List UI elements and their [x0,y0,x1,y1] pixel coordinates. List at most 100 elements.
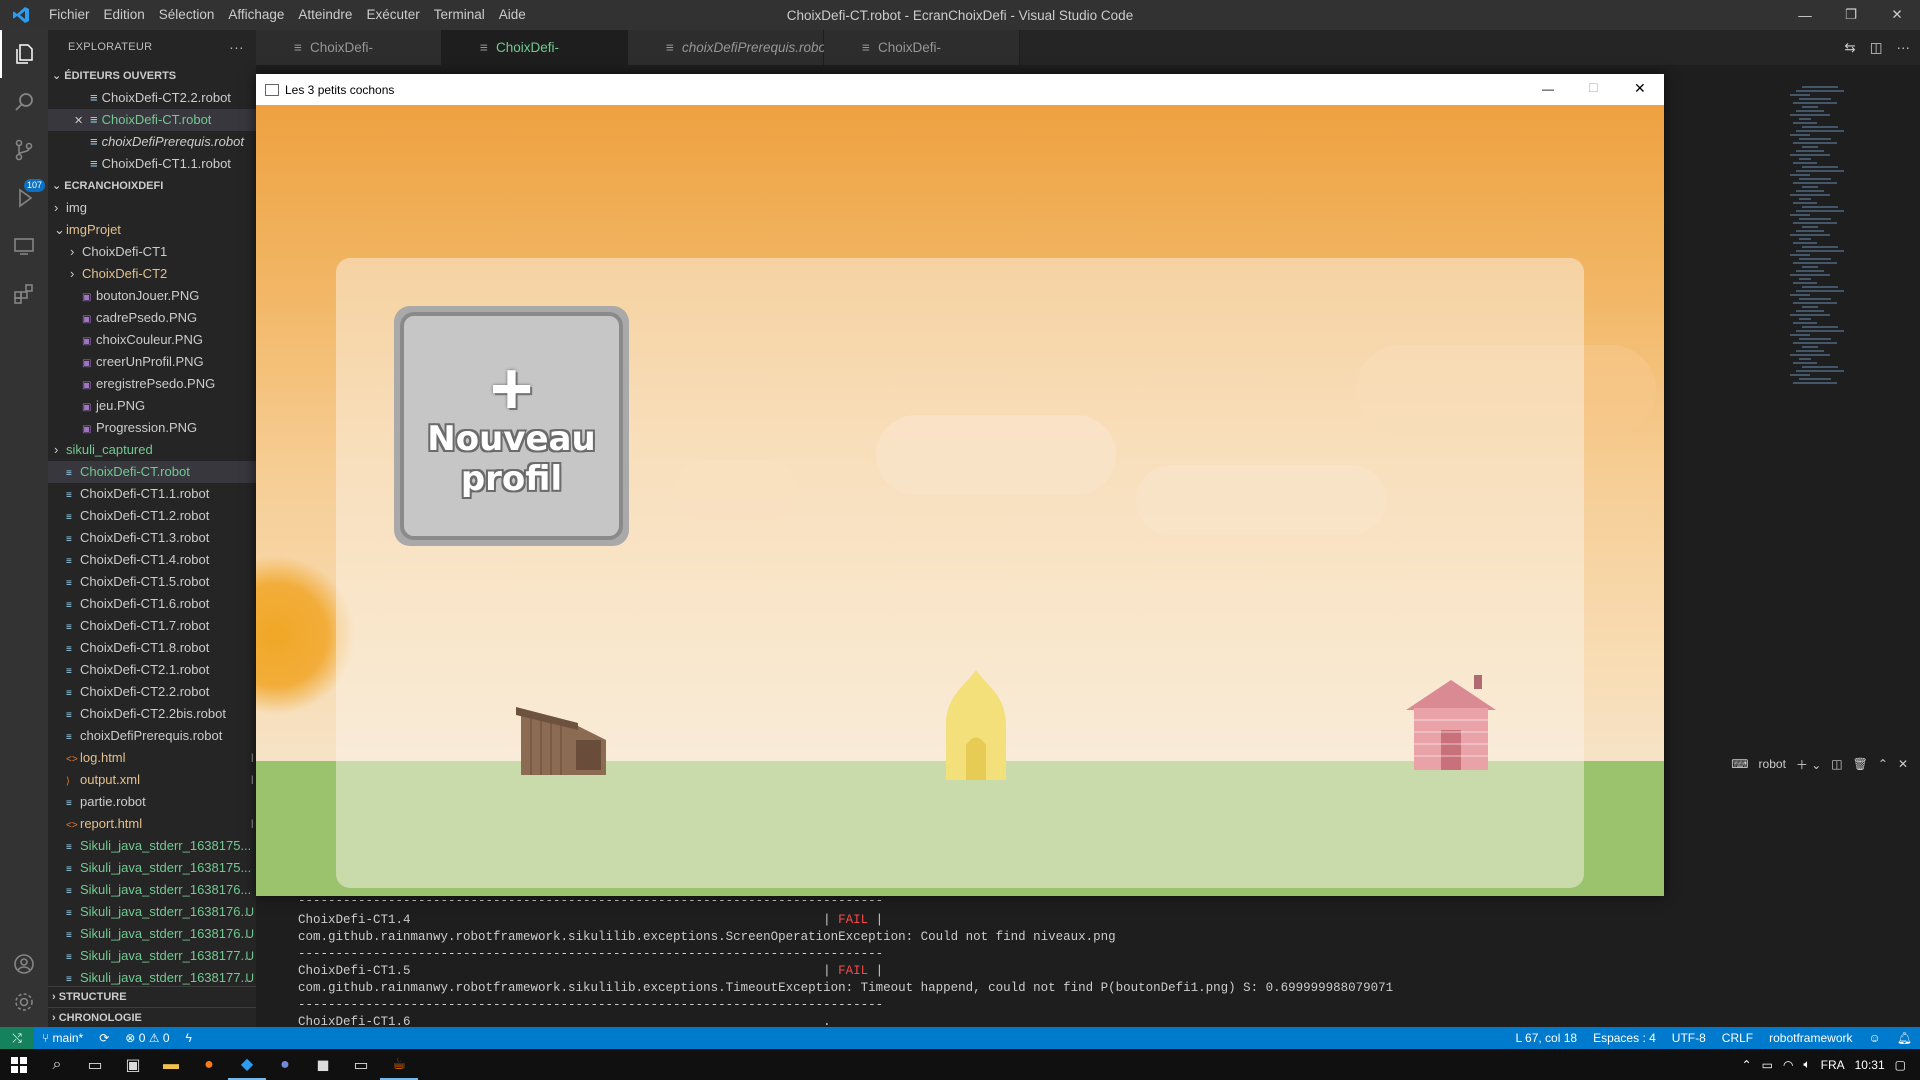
game-close-button[interactable]: ✕ [1634,80,1646,97]
tree-item[interactable]: ≡ ChoixDefi-CT1.4.robot [48,549,256,571]
git-branch[interactable]: ⑂ main* [34,1027,91,1049]
menu-item[interactable]: Fichier [42,0,97,30]
more-icon[interactable]: ··· [1897,40,1911,55]
tree-item[interactable]: ≡ ChoixDefi-CT.robot [48,461,256,483]
structure-section[interactable]: › STRUCTURE [48,987,256,1007]
tree-item[interactable]: ≡ ChoixDefi-CT1.6.robot [48,593,256,615]
tree-item[interactable]: › ChoixDefi-CT1 [48,241,256,263]
lightning-icon[interactable]: ϟ [178,1027,200,1049]
menu-item[interactable]: Affichage [221,0,291,30]
menu-item[interactable]: Terminal [427,0,492,30]
split-editor-icon[interactable]: ◫ [1870,40,1883,56]
task-view-icon[interactable]: ▭ [76,1049,114,1080]
editor-tab[interactable]: ≡ChoixDefi-CT1.1.robot [824,30,1020,90]
jetbrains-icon[interactable]: ◼ [304,1049,342,1080]
tree-item[interactable]: ▣ Progression.PNG [48,417,256,439]
tree-item[interactable]: ▣ boutonJouer.PNG [48,285,256,307]
more-actions-icon[interactable]: ··· [229,30,244,65]
compare-icon[interactable]: ⇆ [1844,40,1855,56]
new-profile-button[interactable]: + Nouveau profil [394,306,629,546]
language-indicator[interactable]: FRA [1821,1058,1845,1072]
menu-item[interactable]: Sélection [152,0,222,30]
java-game-icon[interactable]: ☕ [380,1049,418,1080]
start-windows-icon[interactable] [0,1049,38,1080]
tree-item[interactable]: ≡ ChoixDefi-CT1.8.robot [48,637,256,659]
menu-item[interactable]: Atteindre [291,0,359,30]
tree-item[interactable]: ≡ Sikuli_java_stderr_1638175... [48,857,256,879]
wifi-icon[interactable]: ◠ [1783,1058,1793,1072]
run-debug-icon[interactable] [0,174,48,222]
remote-indicator-icon[interactable]: ⤭ [0,1027,34,1049]
tree-item[interactable]: ≡ ChoixDefi-CT1.1.robot [48,483,256,505]
discord-icon[interactable]: ● [266,1049,304,1080]
tree-item[interactable]: ▣ creerUnProfil.PNG [48,351,256,373]
feedback-icon[interactable]: ☺ [1861,1027,1889,1049]
firefox-icon[interactable]: ● [190,1049,228,1080]
tree-item[interactable]: ≡ ChoixDefi-CT2.2.robot [48,681,256,703]
tree-item[interactable]: ≡ Sikuli_java_stderr_1638175... [48,835,256,857]
game-minimize-button[interactable]: — [1542,82,1554,96]
tree-item[interactable]: ≡ partie.robot [48,791,256,813]
explorer-icon[interactable] [0,30,48,78]
minimap[interactable] [1790,85,1920,395]
terminal-shell-label[interactable]: robot [1759,757,1786,771]
workspace-section[interactable]: ⌄ ECRANCHOIXDEFI [48,175,256,197]
tree-item[interactable]: ⌄imgProjet [48,219,256,241]
new-terminal-icon[interactable]: ＋ ⌄ [1796,756,1821,773]
tree-item[interactable]: ≡ Sikuli_java_stderr_1638176... U [48,923,256,945]
battery-icon[interactable]: ▭ [1762,1058,1773,1072]
tree-item[interactable]: ≡ Sikuli_java_stderr_1638176... U [48,901,256,923]
menu-item[interactable]: Aide [492,0,533,30]
open-editor-item[interactable]: ✕ ≡ ChoixDefi-CT.robot [48,109,256,131]
tray-chevron-icon[interactable]: ⌃ [1742,1058,1752,1072]
clock[interactable]: 10:31 [1855,1058,1885,1072]
vscode-taskbar-icon[interactable]: ◆ [228,1049,266,1080]
game-canvas[interactable]: + Nouveau profil [256,105,1664,896]
cursor-position[interactable]: L 67, col 18 [1507,1027,1585,1049]
restore-button[interactable]: ❐ [1828,0,1874,30]
tree-item[interactable]: ≡ ChoixDefi-CT1.2.robot [48,505,256,527]
extensions-icon[interactable] [0,270,48,318]
notifications-bell-icon[interactable]: 🔔︎ [1889,1027,1920,1049]
file-explorer-icon[interactable]: ▬ [152,1049,190,1080]
editor-tab[interactable]: ≡ChoixDefi-CT2.2.robot [256,30,442,90]
tree-item[interactable]: › img [48,197,256,219]
game-maximize-button[interactable]: ☐ [1588,81,1599,95]
open-editor-item[interactable]: ≡ ChoixDefi-CT1.1.robot [48,153,256,175]
split-terminal-icon[interactable]: ◫ [1831,757,1842,771]
timeline-section[interactable]: › CHRONOLOGIE [48,1007,256,1027]
open-editor-item[interactable]: ≡ ChoixDefi-CT2.2.robot [48,87,256,109]
editor-tab[interactable]: ≡ChoixDefi-CT.robotU ✕ [442,30,628,90]
close-panel-icon[interactable]: ✕ [1898,757,1908,771]
settings-gear-icon[interactable] [0,978,48,1026]
open-editor-item[interactable]: ≡ choixDefiPrerequis.robot [48,131,256,153]
tree-item[interactable]: ≡ ChoixDefi-CT1.3.robot [48,527,256,549]
editor-tab[interactable]: ≡ choixDefiPrerequis.robot [628,30,830,65]
tree-item[interactable]: ≡ ChoixDefi-CT1.5.robot [48,571,256,593]
source-control-icon[interactable] [0,126,48,174]
app-icon[interactable]: ▣ [114,1049,152,1080]
tree-item[interactable]: ≡ ChoixDefi-CT1.7.robot [48,615,256,637]
tree-item[interactable]: <> log.html I [48,747,256,769]
encoding[interactable]: UTF-8 [1664,1027,1714,1049]
tree-item[interactable]: ≡ choixDefiPrerequis.robot [48,725,256,747]
indentation[interactable]: Espaces : 4 [1585,1027,1664,1049]
terminal-taskbar-icon[interactable]: ▭ [342,1049,380,1080]
close-editor-icon[interactable]: ✕ [74,110,90,131]
menu-item[interactable]: Edition [97,0,152,30]
volume-icon[interactable]: 🔈︎ [1803,1057,1810,1072]
remote-explorer-icon[interactable] [0,222,48,270]
tree-item[interactable]: ≡ ChoixDefi-CT2.2bis.robot [48,703,256,725]
tree-item[interactable]: › ChoixDefi-CT2 [48,263,256,285]
tree-item[interactable]: ≡ ChoixDefi-CT2.1.robot [48,659,256,681]
tree-item[interactable]: ▣ cadrePsedo.PNG [48,307,256,329]
taskbar-search-icon[interactable]: ⌕ [38,1049,76,1080]
tree-item[interactable]: <> report.html I [48,813,256,835]
tree-item[interactable]: ▣ eregistrePsedo.PNG [48,373,256,395]
problems-indicator[interactable]: ⊗ 0 ⚠ 0 [117,1027,177,1049]
tree-item[interactable]: ▣ jeu.PNG [48,395,256,417]
close-button[interactable]: ✕ [1874,0,1920,30]
sync-icon[interactable]: ⟳ [91,1027,117,1049]
notification-center-icon[interactable]: ▢ [1895,1058,1906,1072]
tree-item[interactable]: ≡ Sikuli_java_stderr_1638177... U [48,945,256,967]
